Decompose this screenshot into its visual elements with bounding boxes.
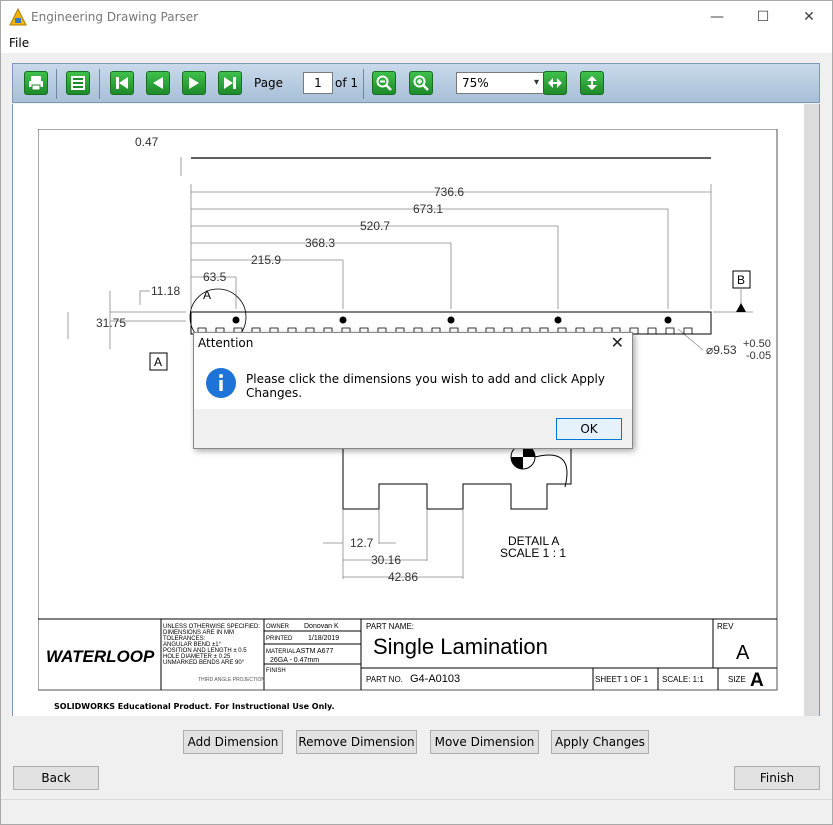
save-icon bbox=[71, 76, 85, 90]
ok-button[interactable]: OK bbox=[556, 418, 622, 440]
dim-31.75[interactable]: 31.75 bbox=[96, 316, 126, 330]
tb-owner-label: OWNER bbox=[266, 624, 290, 630]
dim-tolerance-minus: -0.05 bbox=[746, 350, 771, 362]
attention-dialog: Attention ✕ Please click the dimensions … bbox=[193, 332, 633, 449]
waterloop-logo: WATERLOOP bbox=[46, 647, 155, 666]
zoom-out-icon bbox=[376, 75, 392, 91]
status-divider bbox=[1, 799, 832, 800]
zoom-out-button[interactable] bbox=[372, 71, 396, 95]
dialog-close-button[interactable]: ✕ bbox=[611, 333, 624, 352]
next-page-button[interactable] bbox=[182, 71, 206, 95]
dim-30.16[interactable]: 30.16 bbox=[371, 553, 401, 567]
window-title: Engineering Drawing Parser bbox=[31, 10, 199, 24]
dim-520.7[interactable]: 520.7 bbox=[360, 219, 390, 233]
apply-changes-button[interactable]: Apply Changes bbox=[551, 730, 649, 754]
dim-12.7[interactable]: 12.7 bbox=[350, 536, 374, 550]
vertical-scrollbar[interactable] bbox=[804, 104, 819, 716]
tb-part-name-label: PART NAME: bbox=[366, 622, 414, 631]
first-page-icon bbox=[116, 77, 128, 89]
viewer-toolbar: Page 1 of 1 75% ▾ bbox=[12, 63, 820, 103]
fit-width-button[interactable] bbox=[543, 71, 567, 95]
tb-note-7: UNMARKED BENDS ARE 90° bbox=[163, 660, 245, 666]
tb-owner: Donovan K bbox=[304, 623, 339, 630]
tb-scale: SCALE: 1:1 bbox=[662, 675, 704, 684]
last-page-icon bbox=[224, 77, 236, 89]
toolbar-separator bbox=[56, 69, 57, 99]
add-dimension-button[interactable]: Add Dimension bbox=[183, 730, 283, 754]
dialog-message: Please click the dimensions you wish to … bbox=[246, 372, 605, 400]
datum-b: B bbox=[737, 273, 745, 287]
move-dimension-button[interactable]: Move Dimension bbox=[430, 730, 539, 754]
tb-rev: A bbox=[736, 642, 750, 664]
tb-size: A bbox=[750, 670, 764, 691]
tb-part-no: G4-A0103 bbox=[410, 673, 460, 685]
zoom-value: 75% bbox=[462, 76, 489, 90]
tb-rev-label: REV bbox=[717, 622, 734, 631]
tb-finish-label: FINISH bbox=[266, 668, 286, 674]
dim-215.9[interactable]: 215.9 bbox=[251, 253, 281, 267]
dim-736.6[interactable]: 736.6 bbox=[434, 185, 464, 199]
detail-a-callout: A bbox=[203, 288, 211, 302]
dialog-button-bar: OK bbox=[194, 409, 632, 448]
title-bar: Engineering Drawing Parser — ☐ ✕ bbox=[1, 1, 832, 33]
save-button[interactable] bbox=[66, 71, 90, 95]
chevron-down-icon: ▾ bbox=[533, 77, 539, 88]
tb-material-label: MATERIAL bbox=[266, 649, 296, 655]
tb-printed: 1/18/2019 bbox=[308, 635, 339, 642]
dim-63.5[interactable]: 63.5 bbox=[203, 270, 227, 284]
print-button[interactable] bbox=[24, 71, 48, 95]
zoom-in-icon bbox=[413, 75, 429, 91]
fit-height-icon bbox=[587, 76, 597, 90]
dialog-title: Attention bbox=[198, 336, 254, 350]
close-button[interactable]: ✕ bbox=[786, 1, 832, 33]
minimize-button[interactable]: — bbox=[694, 1, 740, 33]
page-label: Page bbox=[254, 76, 284, 90]
info-icon bbox=[206, 368, 236, 398]
dim-673.1[interactable]: 673.1 bbox=[413, 202, 443, 216]
last-page-button[interactable] bbox=[218, 71, 242, 95]
toolbar-separator bbox=[99, 69, 100, 99]
menu-file[interactable]: File bbox=[9, 36, 29, 50]
dim-0.47[interactable]: 0.47 bbox=[135, 135, 159, 149]
previous-page-icon bbox=[153, 77, 163, 89]
dim-11.18[interactable]: 11.18 bbox=[151, 284, 180, 298]
page-count-label: of 1 bbox=[335, 76, 359, 90]
dim-hole-diameter[interactable]: ⌀9.53 bbox=[706, 343, 737, 357]
dim-368.3[interactable]: 368.3 bbox=[305, 236, 335, 250]
tb-material: ASTM A677 bbox=[296, 648, 333, 655]
tb-part-no-label: PART NO. bbox=[366, 675, 403, 684]
detail-scale: SCALE 1 : 1 bbox=[500, 546, 566, 560]
fit-height-button[interactable] bbox=[580, 71, 604, 95]
tb-part-name: Single Lamination bbox=[373, 634, 548, 659]
menu-bar: File bbox=[1, 33, 832, 53]
main-window: Engineering Drawing Parser — ☐ ✕ File Pa… bbox=[0, 0, 833, 825]
maximize-button[interactable]: ☐ bbox=[740, 1, 786, 33]
first-page-button[interactable] bbox=[110, 71, 134, 95]
zoom-select[interactable]: 75% ▾ bbox=[456, 72, 544, 94]
dim-42.86[interactable]: 42.86 bbox=[388, 570, 418, 584]
toolbar-separator bbox=[363, 69, 364, 99]
remove-dimension-button[interactable]: Remove Dimension bbox=[296, 730, 417, 754]
tb-printed-label: PRINTED bbox=[266, 636, 293, 642]
next-page-icon bbox=[189, 77, 199, 89]
back-button[interactable]: Back bbox=[13, 766, 99, 790]
tb-size-label: SIZE bbox=[728, 675, 746, 684]
dim-tolerance-plus: +0.50 bbox=[743, 338, 771, 350]
datum-a: A bbox=[154, 355, 162, 369]
page-number-input[interactable]: 1 bbox=[303, 72, 333, 94]
tb-projection: THIRD ANGLE PROJECTION bbox=[198, 677, 265, 683]
zoom-in-button[interactable] bbox=[409, 71, 433, 95]
app-icon bbox=[9, 8, 27, 26]
tb-sheet: SHEET 1 OF 1 bbox=[595, 675, 649, 684]
finish-button[interactable]: Finish bbox=[734, 766, 820, 790]
previous-page-button[interactable] bbox=[146, 71, 170, 95]
solidworks-note: SOLIDWORKS Educational Product. For Inst… bbox=[54, 702, 335, 711]
print-icon bbox=[29, 76, 43, 91]
tb-material-2: 26GA - 0.47mm bbox=[270, 657, 319, 664]
fit-width-icon bbox=[548, 78, 562, 88]
